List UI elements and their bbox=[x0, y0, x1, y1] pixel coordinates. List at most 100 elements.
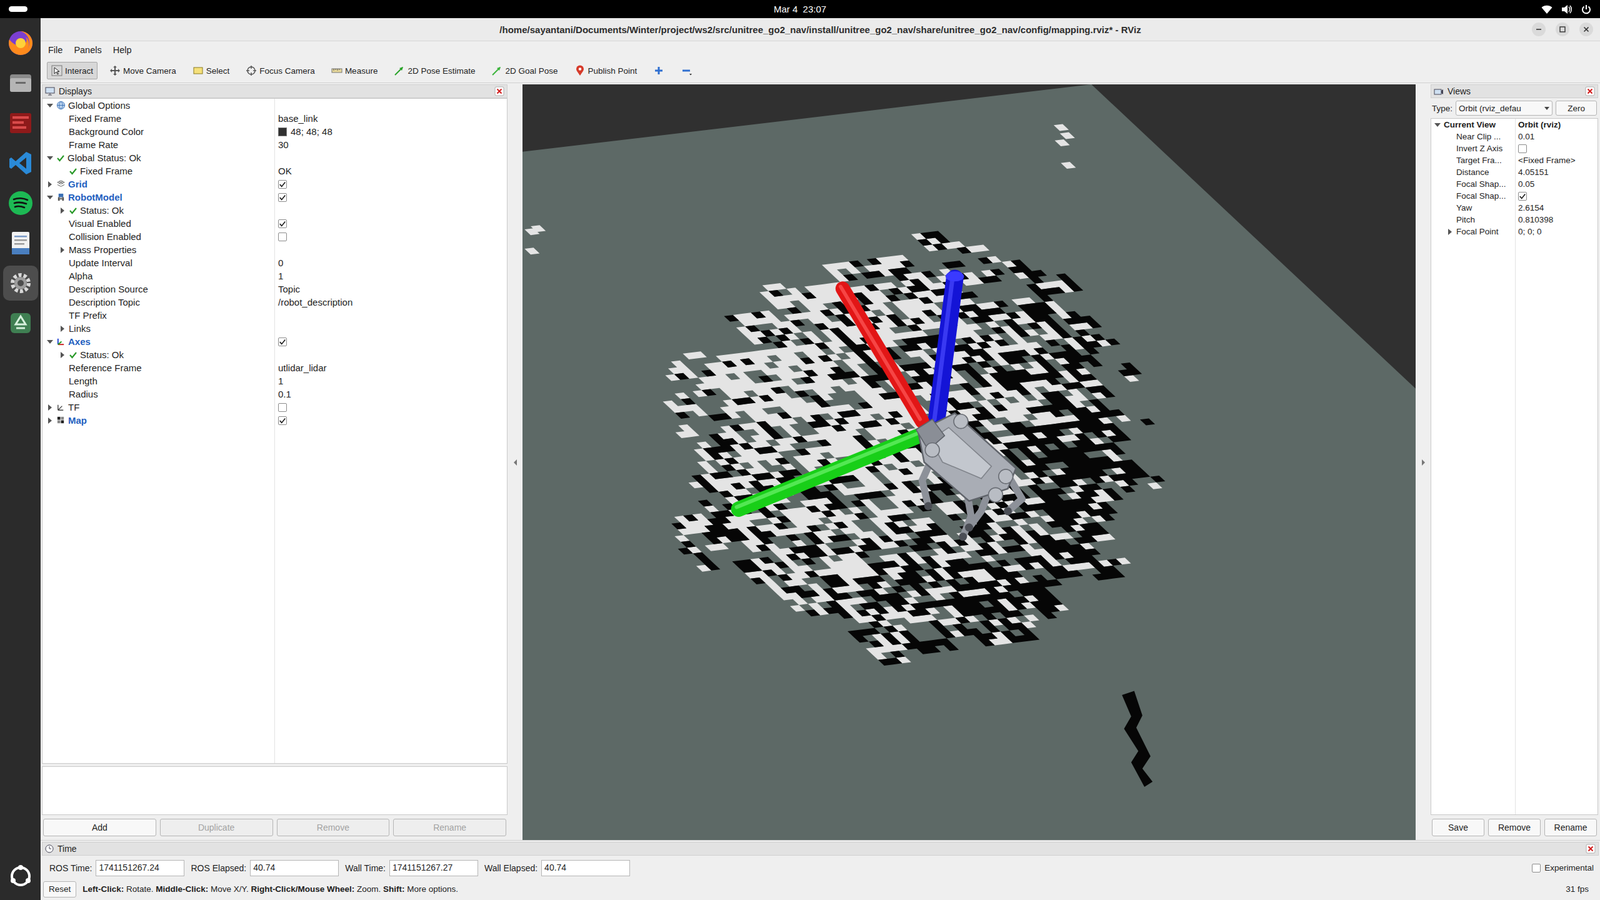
expand-arrow[interactable] bbox=[46, 416, 54, 425]
tree-value-cell[interactable] bbox=[275, 337, 507, 347]
tree-row[interactable]: Reference Frameutlidar_lidar bbox=[42, 361, 507, 375]
time-field[interactable]: 40.74 bbox=[541, 860, 630, 877]
tree-value-cell[interactable]: Orbit (rviz) bbox=[1515, 120, 1598, 130]
spotify-icon[interactable] bbox=[6, 189, 35, 217]
tree-value-cell[interactable]: 0 bbox=[275, 257, 507, 269]
dock-item[interactable] bbox=[3, 105, 39, 141]
expand-arrow[interactable] bbox=[46, 338, 54, 346]
vscode-icon[interactable] bbox=[6, 149, 35, 177]
close-panel-icon[interactable] bbox=[1585, 843, 1596, 854]
checkbox[interactable] bbox=[278, 337, 287, 347]
tool-button[interactable]: Measure bbox=[326, 61, 383, 80]
remove-tool-button[interactable] bbox=[676, 61, 698, 80]
tree-row[interactable]: Alpha1 bbox=[42, 269, 507, 283]
close-panel-icon[interactable] bbox=[1585, 86, 1595, 97]
expand-arrow[interactable] bbox=[46, 403, 54, 412]
scene[interactable] bbox=[522, 84, 1416, 840]
tree-row[interactable]: Length1 bbox=[42, 374, 507, 388]
trash-icon[interactable] bbox=[6, 309, 35, 337]
text-editor-icon[interactable] bbox=[6, 229, 35, 257]
tool-button[interactable]: Move Camera bbox=[105, 61, 181, 80]
maximize-icon[interactable] bbox=[1555, 21, 1570, 37]
tree-value-cell[interactable]: 4.05151 bbox=[1515, 167, 1598, 177]
checkbox[interactable] bbox=[278, 416, 287, 425]
settings-icon[interactable] bbox=[6, 269, 35, 297]
expand-arrow[interactable] bbox=[46, 101, 54, 110]
time-field[interactable]: 1741151267.24 bbox=[95, 860, 185, 877]
tree-value-cell[interactable]: 0.810398 bbox=[1515, 215, 1598, 225]
checkbox[interactable] bbox=[1518, 144, 1527, 154]
tree-value-cell[interactable]: base_link bbox=[275, 113, 507, 124]
tree-value-cell[interactable] bbox=[275, 180, 507, 189]
tree-value-cell[interactable]: <Fixed Frame> bbox=[1515, 155, 1598, 165]
tree-value-cell[interactable]: 0.01 bbox=[1515, 131, 1598, 142]
tree-row[interactable]: TF Prefix bbox=[42, 308, 507, 322]
system-tray[interactable] bbox=[826, 4, 1592, 15]
dock-item[interactable] bbox=[3, 305, 39, 341]
panel-button[interactable]: Save bbox=[1431, 818, 1485, 837]
tree-row[interactable]: Frame Rate30 bbox=[42, 138, 507, 152]
expand-arrow[interactable] bbox=[46, 180, 54, 189]
panel-button[interactable]: Rename bbox=[1544, 818, 1597, 837]
dock-item[interactable] bbox=[3, 65, 39, 101]
firefox-icon[interactable] bbox=[6, 29, 35, 57]
tree-row[interactable]: Collision Enabled bbox=[42, 230, 507, 244]
checkbox[interactable] bbox=[278, 219, 287, 229]
dock-item[interactable] bbox=[3, 185, 39, 221]
tool-button[interactable]: Select bbox=[188, 61, 235, 80]
tree-row[interactable]: Axes bbox=[42, 335, 507, 349]
add-tool-button[interactable] bbox=[648, 61, 669, 80]
tree-row[interactable]: Grid bbox=[42, 177, 507, 191]
tree-value-cell[interactable]: 48; 48; 48 bbox=[275, 126, 507, 137]
dock-item[interactable] bbox=[3, 145, 39, 181]
tree-value-cell[interactable]: /robot_description bbox=[275, 296, 507, 308]
tree-value-cell[interactable]: 1 bbox=[275, 375, 507, 387]
minimize-icon[interactable] bbox=[1531, 21, 1547, 37]
tree-row[interactable]: Focal Shap...0.05 bbox=[1431, 178, 1598, 190]
panel-button[interactable]: Add bbox=[43, 818, 157, 837]
tree-value-cell[interactable] bbox=[275, 193, 507, 202]
views-tree[interactable]: Current ViewOrbit (rviz)Near Clip ...0.0… bbox=[1430, 118, 1599, 815]
tree-row[interactable]: Fixed Framebase_link bbox=[42, 111, 507, 125]
expand-arrow[interactable] bbox=[58, 206, 67, 215]
tree-row[interactable]: Focal Shap... bbox=[1431, 190, 1598, 202]
tree-row[interactable]: Update Interval0 bbox=[42, 256, 507, 270]
expand-arrow[interactable] bbox=[58, 325, 67, 333]
activities[interactable] bbox=[8, 6, 774, 12]
tree-value-cell[interactable]: 0.05 bbox=[1515, 179, 1598, 189]
tree-row[interactable]: Status: Ok bbox=[42, 348, 507, 362]
tree-value-cell[interactable]: 1 bbox=[275, 270, 507, 282]
checkbox[interactable] bbox=[1518, 191, 1527, 201]
tree-row[interactable]: Pitch0.810398 bbox=[1431, 213, 1598, 226]
tree-row[interactable]: Current ViewOrbit (rviz) bbox=[1431, 118, 1598, 131]
tree-value-cell[interactable] bbox=[275, 403, 507, 412]
tree-value-cell[interactable] bbox=[1515, 191, 1598, 201]
tree-row[interactable]: Description Topic/robot_description bbox=[42, 295, 507, 309]
checkbox[interactable] bbox=[278, 193, 287, 202]
tree-row[interactable]: TF bbox=[42, 400, 507, 414]
tree-value-cell[interactable]: 2.6154 bbox=[1515, 203, 1598, 213]
tree-value-cell[interactable] bbox=[275, 232, 507, 242]
view-type-select[interactable]: Orbit (rviz_defau bbox=[1455, 100, 1553, 116]
tool-button[interactable]: 2D Pose Estimate bbox=[389, 61, 480, 80]
checkbox[interactable] bbox=[278, 403, 287, 412]
tree-row[interactable]: Target Fra...<Fixed Frame> bbox=[1431, 154, 1598, 167]
menu-item[interactable]: File bbox=[43, 43, 68, 57]
tree-value-cell[interactable] bbox=[275, 219, 507, 229]
tree-row[interactable]: RobotModel bbox=[42, 190, 507, 204]
expand-arrow[interactable] bbox=[58, 246, 67, 254]
dock-item[interactable] bbox=[3, 25, 39, 61]
tree-row[interactable]: Visual Enabled bbox=[42, 216, 507, 230]
3d-viewport[interactable] bbox=[522, 84, 1416, 840]
collapse-handle[interactable] bbox=[1415, 84, 1431, 840]
tree-value-cell[interactable]: 0.1 bbox=[275, 388, 507, 400]
tree-row[interactable]: Invert Z Axis bbox=[1431, 142, 1598, 155]
tree-row[interactable]: Mass Properties bbox=[42, 243, 507, 257]
ubuntu-apps-icon[interactable] bbox=[8, 863, 34, 889]
tree-value-cell[interactable]: utlidar_lidar bbox=[275, 362, 507, 374]
close-icon[interactable] bbox=[1578, 21, 1594, 37]
menu-item[interactable]: Help bbox=[108, 43, 137, 57]
tree-row[interactable]: Distance4.05151 bbox=[1431, 166, 1598, 179]
checkbox[interactable] bbox=[278, 180, 287, 189]
files-icon[interactable] bbox=[6, 69, 35, 97]
